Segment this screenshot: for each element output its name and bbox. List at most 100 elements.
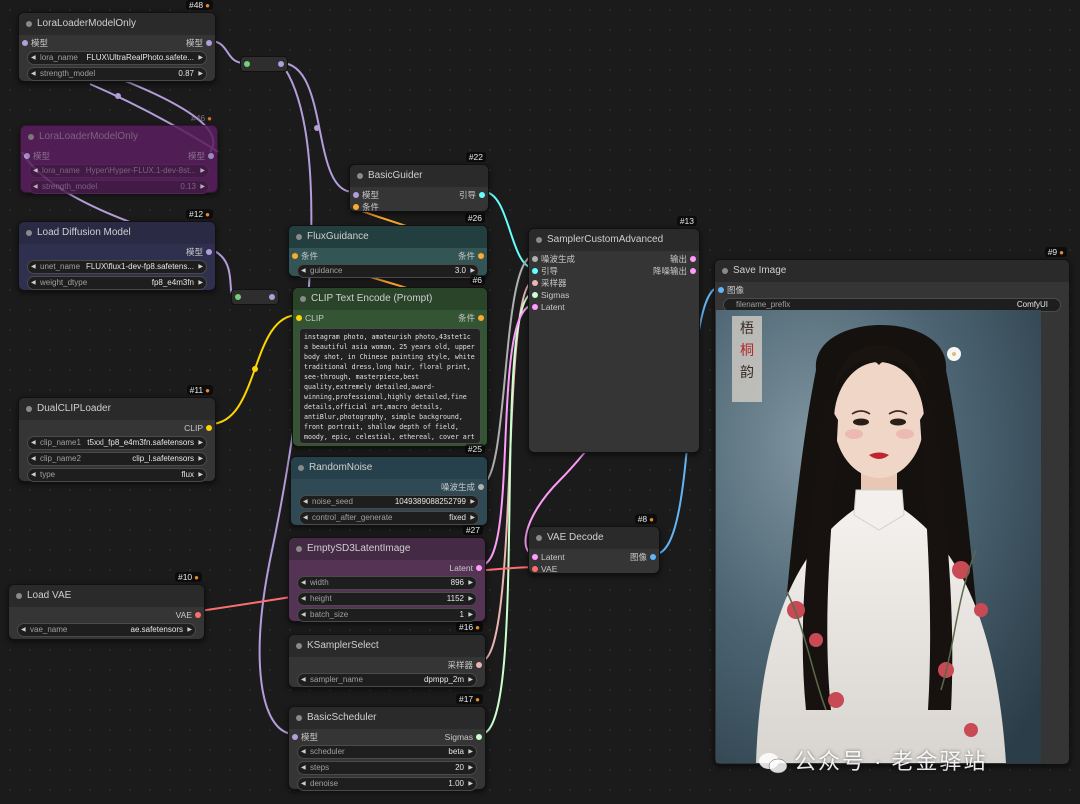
input-socket-sigmas[interactable]	[532, 292, 538, 298]
node-vae-decode[interactable]: #8 ● VAE Decode Latent 图像 VAE	[528, 514, 660, 574]
input-socket-model[interactable]	[353, 192, 359, 198]
output-socket-output[interactable]	[690, 256, 696, 262]
input-socket-latent[interactable]	[532, 554, 538, 560]
widget-height[interactable]: ◀ height 1152 ▶	[297, 592, 477, 606]
prompt-textarea[interactable]: instagram photo, amateurish photo,43stet…	[299, 328, 481, 444]
input-socket-conditioning[interactable]	[292, 253, 298, 259]
collapse-dot-icon[interactable]	[300, 296, 306, 302]
reroute-input-socket[interactable]	[235, 294, 241, 300]
arrow-left-icon[interactable]: ◀	[301, 762, 306, 774]
collapse-dot-icon[interactable]	[26, 230, 32, 236]
arrow-left-icon[interactable]: ◀	[31, 453, 36, 465]
node-title[interactable]: BasicGuider	[350, 165, 488, 187]
collapse-dot-icon[interactable]	[536, 535, 542, 541]
input-socket-sampler[interactable]	[532, 280, 538, 286]
arrow-left-icon[interactable]: ◀	[301, 674, 306, 686]
input-socket-conditioning[interactable]	[353, 204, 359, 210]
input-socket-vae[interactable]	[532, 566, 538, 572]
node-load-diffusion-model[interactable]: #12 ● Load Diffusion Model 模型 ◀ unet_name F…	[18, 209, 216, 291]
widget-strength-model[interactable]: ◀ strength_model 0.13 ▶	[29, 180, 209, 194]
output-image-preview[interactable]: 梧 桐 韵	[716, 310, 1041, 763]
arrow-left-icon[interactable]: ◀	[31, 52, 36, 64]
node-title[interactable]: Save Image	[715, 260, 1069, 282]
arrow-right-icon[interactable]: ▶	[198, 437, 203, 449]
node-title[interactable]: RandomNoise	[291, 457, 487, 479]
node-clip-text-encode[interactable]: #6 CLIP Text Encode (Prompt) CLIP 条件 ins…	[292, 275, 488, 447]
output-socket-model[interactable]	[206, 40, 212, 46]
collapse-dot-icon[interactable]	[296, 234, 302, 240]
output-socket-model[interactable]	[206, 249, 212, 255]
node-load-vae[interactable]: #10 ● Load VAE VAE ◀ vae_name ae.safetensor…	[8, 572, 205, 640]
collapse-dot-icon[interactable]	[357, 173, 363, 179]
input-socket-noise[interactable]	[532, 256, 538, 262]
arrow-left-icon[interactable]: ◀	[33, 165, 38, 177]
arrow-right-icon[interactable]: ▶	[198, 469, 203, 481]
widget-weight-dtype[interactable]: ◀ weight_dtype fp8_e4m3fn ▶	[27, 276, 207, 290]
collapse-dot-icon[interactable]	[722, 268, 728, 274]
node-title[interactable]: Load Diffusion Model	[19, 222, 215, 244]
arrow-right-icon[interactable]: ▶	[468, 762, 473, 774]
node-lora-loader-1[interactable]: #48 ● LoraLoaderModelOnly 模型 模型 ◀ lora_nam…	[18, 0, 216, 82]
arrow-left-icon[interactable]: ◀	[21, 624, 26, 636]
output-socket-noise[interactable]	[478, 484, 484, 490]
input-socket-guider[interactable]	[532, 268, 538, 274]
node-title[interactable]: Load VAE	[9, 585, 204, 607]
widget-scheduler[interactable]: ◀ scheduler beta ▶	[297, 745, 477, 759]
collapse-dot-icon[interactable]	[298, 465, 304, 471]
arrow-left-icon[interactable]: ◀	[33, 181, 38, 193]
arrow-left-icon[interactable]: ◀	[31, 437, 36, 449]
output-socket-denoised-output[interactable]	[690, 268, 696, 274]
widget-steps[interactable]: ◀ steps 20 ▶	[297, 761, 477, 775]
widget-width[interactable]: ◀ width 896 ▶	[297, 576, 477, 590]
output-socket-sampler[interactable]	[476, 662, 482, 668]
output-socket-conditioning[interactable]	[478, 253, 484, 259]
node-ksampler-select[interactable]: #16 ● KSamplerSelect 采样器 ◀ sampler_name dpm…	[288, 622, 486, 688]
output-socket-conditioning[interactable]	[478, 315, 484, 321]
arrow-left-icon[interactable]: ◀	[301, 609, 306, 621]
node-title[interactable]: KSamplerSelect	[289, 635, 485, 657]
input-socket-model[interactable]	[24, 153, 30, 159]
arrow-left-icon[interactable]: ◀	[301, 746, 306, 758]
node-title[interactable]: FluxGuidance	[289, 226, 487, 248]
node-title[interactable]: EmptySD3LatentImage	[289, 538, 485, 560]
input-socket-model[interactable]	[292, 734, 298, 740]
reroute-output-socket[interactable]	[269, 294, 275, 300]
arrow-left-icon[interactable]: ◀	[301, 593, 306, 605]
arrow-right-icon[interactable]: ▶	[198, 68, 203, 80]
arrow-right-icon[interactable]: ▶	[198, 453, 203, 465]
widget-denoise[interactable]: ◀ denoise 1.00 ▶	[297, 777, 477, 791]
arrow-left-icon[interactable]: ◀	[301, 577, 306, 589]
output-socket-latent[interactable]	[476, 565, 482, 571]
node-empty-sd3-latent-image[interactable]: #27 EmptySD3LatentImage Latent ◀ width 896…	[288, 525, 486, 622]
arrow-right-icon[interactable]: ▶	[198, 261, 203, 273]
widget-unet-name[interactable]: ◀ unet_name FLUX\flux1-dev-fp8.safetens...…	[27, 260, 207, 274]
node-random-noise[interactable]: #25 RandomNoise 噪波生成 ◀ noise_seed 10493890…	[290, 444, 488, 526]
arrow-left-icon[interactable]: ◀	[31, 277, 36, 289]
node-title[interactable]: LoraLoaderModelOnly	[19, 13, 215, 35]
reroute-input-socket[interactable]	[244, 61, 250, 67]
output-socket-image[interactable]	[650, 554, 656, 560]
arrow-right-icon[interactable]: ▶	[198, 277, 203, 289]
collapse-dot-icon[interactable]	[296, 643, 302, 649]
node-title[interactable]: BasicScheduler	[289, 707, 485, 729]
collapse-dot-icon[interactable]	[16, 593, 22, 599]
widget-batch-size[interactable]: ◀ batch_size 1 ▶	[297, 608, 477, 622]
arrow-right-icon[interactable]: ▶	[468, 609, 473, 621]
node-basic-scheduler[interactable]: #17 ● BasicScheduler 模型 Sigmas ◀ scheduler…	[288, 694, 486, 791]
output-socket-vae[interactable]	[195, 612, 201, 618]
node-flux-guidance[interactable]: #26 FluxGuidance 条件 条件 ◀ guidance 3.0 ▶	[288, 213, 488, 278]
widget-guidance[interactable]: ◀ guidance 3.0 ▶	[297, 264, 479, 278]
input-socket-image[interactable]	[718, 287, 724, 293]
widget-noise-seed[interactable]: ◀ noise_seed 1049389088252799 ▶	[299, 495, 479, 509]
arrow-left-icon[interactable]: ◀	[301, 778, 306, 790]
collapse-dot-icon[interactable]	[26, 21, 32, 27]
node-dual-clip-loader[interactable]: #11 ● DualCLIPLoader CLIP ◀ clip_name1 t5xx…	[18, 385, 216, 482]
collapse-dot-icon[interactable]	[296, 715, 302, 721]
widget-strength-model[interactable]: ◀ strength_model 0.87 ▶	[27, 67, 207, 81]
node-lora-loader-2-bypassed[interactable]: #46 ● LoraLoaderModelOnly 模型 模型 ◀ lora_nam…	[20, 113, 218, 194]
reroute-model-top[interactable]	[240, 56, 288, 72]
arrow-right-icon[interactable]: ▶	[470, 512, 475, 524]
arrow-right-icon[interactable]: ▶	[468, 593, 473, 605]
node-title[interactable]: SamplerCustomAdvanced	[529, 229, 699, 251]
widget-sampler-name[interactable]: ◀ sampler_name dpmpp_2m ▶	[297, 673, 477, 687]
